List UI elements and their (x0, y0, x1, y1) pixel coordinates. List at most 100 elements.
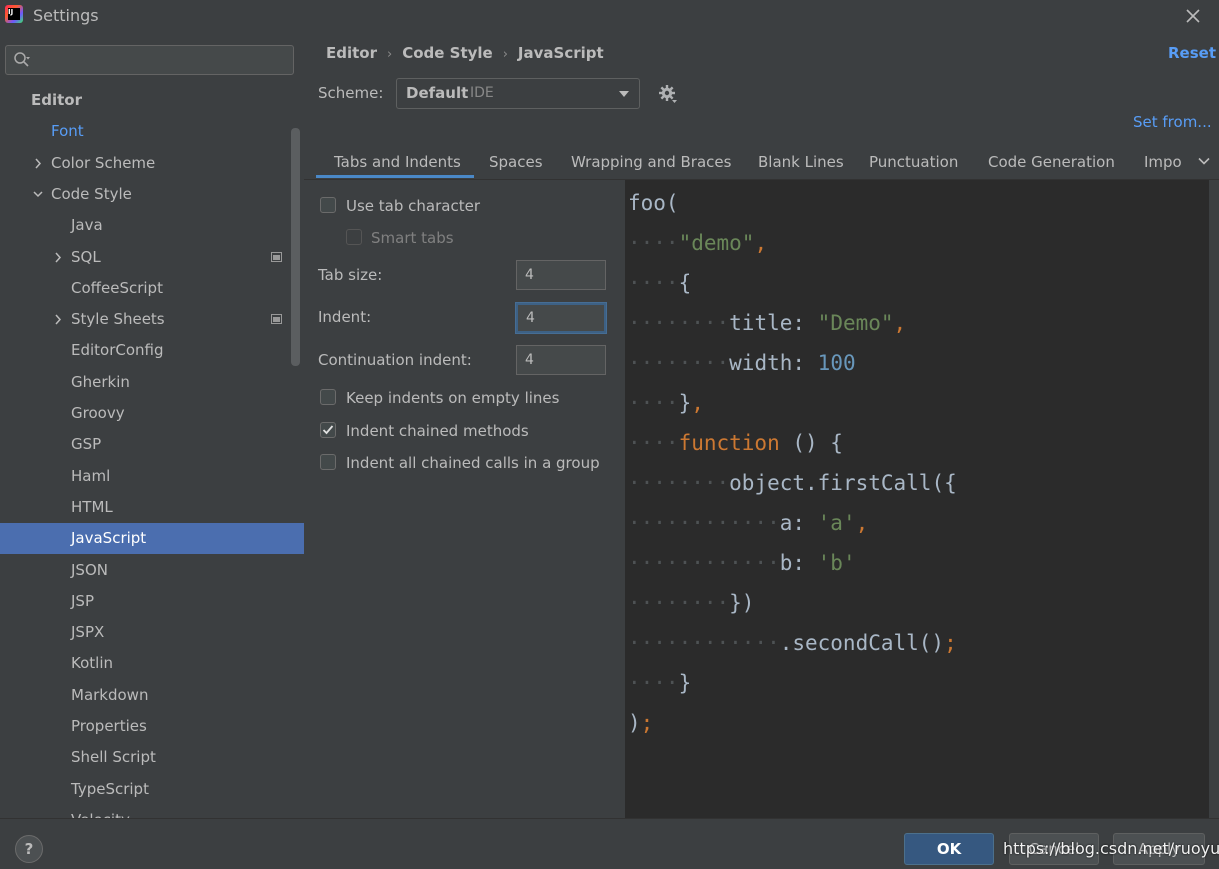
sidebar-item-label: JSPX (71, 623, 105, 642)
sidebar-item-label: Properties (71, 717, 147, 735)
scheme-name: Default (406, 84, 469, 102)
chevron-down-icon[interactable] (1197, 154, 1211, 168)
breadcrumb-code-style: Code Style (402, 44, 493, 62)
scheme-label: Scheme: (318, 84, 384, 102)
code-line: ········object.firstCall({ (628, 471, 957, 495)
settings-search-input[interactable] (40, 49, 289, 73)
smart-tabs-label: Smart tabs (371, 229, 454, 247)
sidebar-item-label: Velocity (71, 805, 130, 818)
sidebar-item-editor[interactable]: Editor (0, 85, 304, 116)
smart-tabs-checkbox[interactable] (346, 229, 362, 245)
sidebar-item-jspx[interactable]: JSPX (0, 617, 304, 648)
indent-chained-methods-checkbox[interactable] (320, 422, 336, 438)
keep-indents-empty-lines-checkbox[interactable] (320, 389, 336, 405)
code-line: ············.secondCall(); (628, 631, 957, 655)
window-title: Settings (33, 6, 99, 25)
code-line: ············b: 'b' (628, 551, 856, 575)
code-line: ········width: 100 (628, 351, 856, 375)
sidebar-item-label: TypeScript (71, 779, 149, 798)
code-line: ········}) (628, 591, 755, 615)
sidebar-item-label: Haml (71, 466, 111, 485)
sidebar-item-shell-script[interactable]: Shell Script (0, 742, 304, 773)
breadcrumb-editor: Editor (326, 44, 377, 62)
dropdown-arrow-icon (619, 91, 629, 97)
gear-icon[interactable] (658, 84, 678, 104)
sidebar-item-label: Style Sheets (71, 310, 165, 329)
sidebar-item-html[interactable]: HTML (0, 492, 304, 523)
sidebar-item-typescript[interactable]: TypeScript (0, 774, 304, 805)
tab-wrapping-and-braces[interactable]: Wrapping and Braces (571, 153, 731, 171)
sidebar-scrollbar[interactable] (291, 128, 300, 366)
sidebar-item-label: Font (51, 122, 84, 141)
preview-scrollbar-track[interactable] (1209, 180, 1219, 818)
sidebar-item-sql[interactable]: SQL (0, 242, 304, 273)
close-icon (1186, 9, 1200, 23)
sidebar-item-code-style[interactable]: Code Style (0, 179, 304, 210)
sidebar-item-coffeescript[interactable]: CoffeeScript (0, 273, 304, 304)
title-bar (0, 0, 1219, 33)
sidebar-item-markdown[interactable]: Markdown (0, 680, 304, 711)
code-line: ····} (628, 671, 692, 695)
sidebar-item-label: GSP (71, 435, 102, 454)
breadcrumb-separator-icon: › (502, 47, 508, 62)
sidebar-item-label: Gherkin (71, 372, 130, 391)
chevron-right-icon[interactable] (52, 242, 64, 273)
code-line: ····}, (628, 391, 704, 415)
keep-indents-empty-lines-label: Keep indents on empty lines (346, 389, 560, 407)
close-window-button[interactable] (1183, 6, 1203, 26)
watermark-text: https://blog.csdn.net/ruoyu324 (1003, 839, 1219, 858)
sidebar-item-label: SQL (71, 247, 101, 266)
sidebar-item-label: HTML (71, 497, 113, 516)
sidebar-item-gsp[interactable]: GSP (0, 429, 304, 460)
indent-all-chained-calls-checkbox[interactable] (320, 454, 336, 470)
indent-input[interactable] (516, 303, 606, 333)
search-icon (14, 52, 30, 67)
sidebar-item-kotlin[interactable]: Kotlin (0, 648, 304, 679)
code-line: ); (628, 711, 654, 735)
scheme-dropdown[interactable]: Default IDE (396, 78, 640, 109)
set-from-link[interactable]: Set from... (1133, 113, 1212, 131)
sidebar-item-label: Groovy (71, 404, 125, 422)
sidebar-item-font[interactable]: Font (0, 116, 304, 147)
sidebar-item-properties[interactable]: Properties (0, 711, 304, 742)
code-preview[interactable]: foo(····"demo", ····{········title: "Demo… (625, 180, 1209, 818)
tab-code-generation[interactable]: Code Generation (988, 153, 1115, 171)
sidebar-item-label: EditorConfig (71, 341, 164, 360)
tab-impo[interactable]: Impo (1144, 153, 1188, 171)
sidebar-item-editorconfig[interactable]: EditorConfig (0, 335, 304, 366)
tab-size-input[interactable] (516, 260, 606, 290)
indent-all-chained-calls-label: Indent all chained calls in a group (346, 454, 600, 472)
code-line: ····"demo", (628, 231, 768, 255)
sidebar-item-haml[interactable]: Haml (0, 461, 304, 492)
chevron-right-icon[interactable] (32, 148, 44, 179)
help-button[interactable]: ? (15, 835, 43, 863)
breadcrumb-separator-icon: › (387, 47, 393, 62)
sidebar-item-gherkin[interactable]: Gherkin (0, 367, 304, 398)
indent-label: Indent: (318, 308, 372, 326)
code-line: foo( (628, 191, 679, 215)
use-tab-character-checkbox[interactable] (320, 197, 336, 213)
reset-link[interactable]: Reset (1168, 44, 1216, 62)
code-line: ············a: 'a', (628, 511, 869, 535)
sidebar-item-java[interactable]: Java (0, 210, 304, 241)
sidebar-item-color-scheme[interactable]: Color Scheme (0, 148, 304, 179)
chevron-down-icon[interactable] (32, 179, 44, 210)
sidebar-item-label: Shell Script (71, 748, 156, 767)
sidebar-item-javascript[interactable]: JavaScript (0, 523, 304, 555)
sidebar-item-velocity[interactable]: Velocity (0, 805, 304, 818)
sidebar-item-jsp[interactable]: JSP (0, 586, 304, 617)
chevron-right-icon[interactable] (52, 304, 64, 335)
tab-punctuation[interactable]: Punctuation (869, 153, 958, 171)
tab-tabs-and-indents[interactable]: Tabs and Indents (334, 153, 461, 171)
breadcrumb-javascript: JavaScript (517, 44, 604, 62)
ok-button[interactable]: OK (904, 833, 994, 865)
sidebar-item-groovy[interactable]: Groovy (0, 398, 304, 429)
sidebar-item-style-sheets[interactable]: Style Sheets (0, 304, 304, 335)
tab-spaces[interactable]: Spaces (489, 153, 543, 171)
settings-search-box[interactable] (5, 45, 294, 75)
sidebar-item-json[interactable]: JSON (0, 555, 304, 586)
tab-blank-lines[interactable]: Blank Lines (758, 153, 844, 171)
sidebar-item-label: Markdown (71, 685, 149, 704)
continuation-indent-input[interactable] (516, 345, 606, 375)
sidebar-item-label: JavaScript (71, 529, 147, 548)
